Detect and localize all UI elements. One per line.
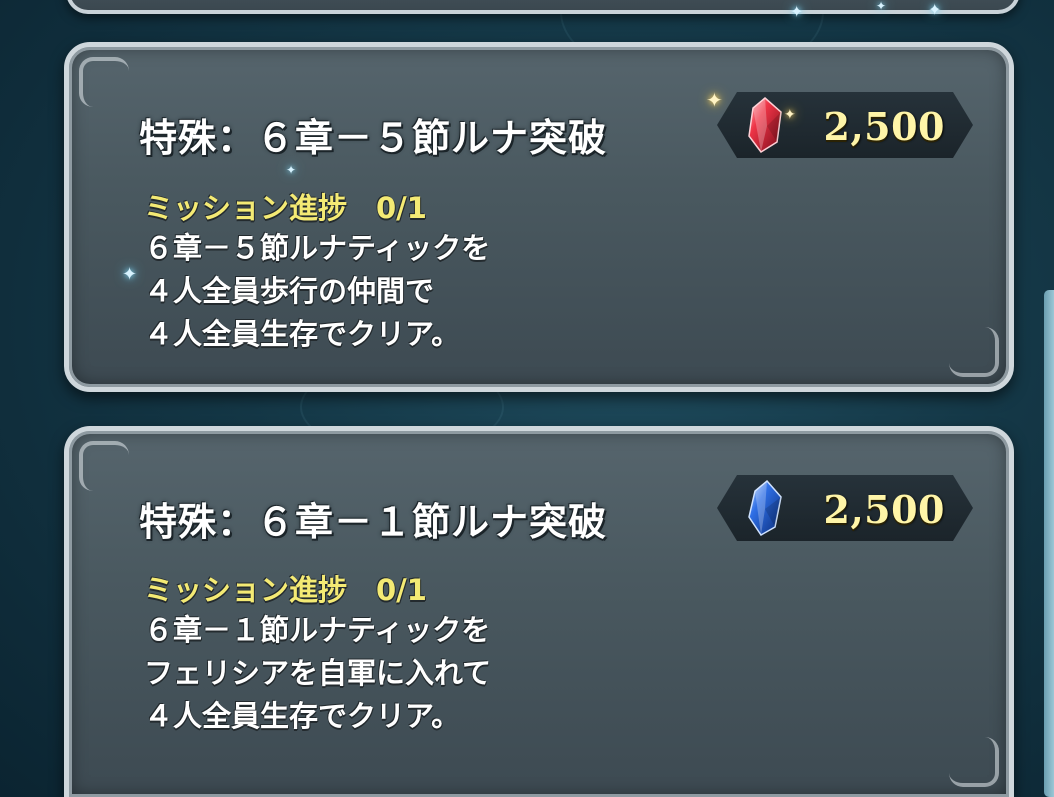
description-line: フェリシアを自軍に入れて — [144, 656, 492, 690]
scrollbar[interactable] — [1044, 290, 1054, 797]
mission-description: ６章－５節ルナティックを ４人全員歩行の仲間で ４人全員生存でクリア。 — [144, 227, 490, 356]
sparkle-icon: ✦ — [790, 2, 804, 21]
description-line: ４人全員生存でクリア。 — [144, 699, 461, 733]
sparkle-icon: ✦ — [876, 0, 887, 13]
description-line: ６章－１節ルナティックを — [144, 613, 491, 647]
sparkle-icon: ✦ — [928, 0, 942, 19]
mission-progress: ミッション進捗 0/1 — [144, 191, 427, 225]
mission-title: 特殊：６章－５節ルナ突破 — [139, 116, 608, 160]
sparkle-icon: ✦ — [706, 88, 723, 112]
blue-orb-icon — [748, 479, 782, 536]
mission-card[interactable]: 特殊：６章－５節ルナ突破 2,500 ミッション進捗 0/1 ６章－５節ルナティ… — [64, 42, 1014, 392]
mission-title: 特殊：６章－１節ルナ突破 — [139, 500, 608, 544]
reward-amount: 2,500 — [823, 104, 945, 149]
description-line: ４人全員生存でクリア。 — [144, 317, 461, 351]
reward-badge: 2,500 — [717, 92, 973, 158]
reward-badge: 2,500 — [717, 475, 973, 541]
red-orb-icon — [748, 97, 782, 154]
sparkle-icon: ✦ — [122, 264, 138, 285]
sparkle-icon: ✦ — [286, 163, 297, 177]
mission-card[interactable]: 特殊：６章－１節ルナ突破 2,500 ミッション進捗 0/1 ６章－１節ルナティ… — [64, 426, 1014, 797]
mission-description: ６章－１節ルナティックを フェリシアを自軍に入れて ４人全員生存でクリア。 — [144, 609, 491, 738]
mission-progress: ミッション進捗 0/1 — [144, 573, 427, 607]
description-line: ６章－５節ルナティックを — [144, 231, 491, 265]
description-line: ４人全員歩行の仲間で — [144, 274, 435, 308]
reward-amount: 2,500 — [823, 487, 945, 532]
sparkle-icon: ✦ — [784, 107, 796, 123]
